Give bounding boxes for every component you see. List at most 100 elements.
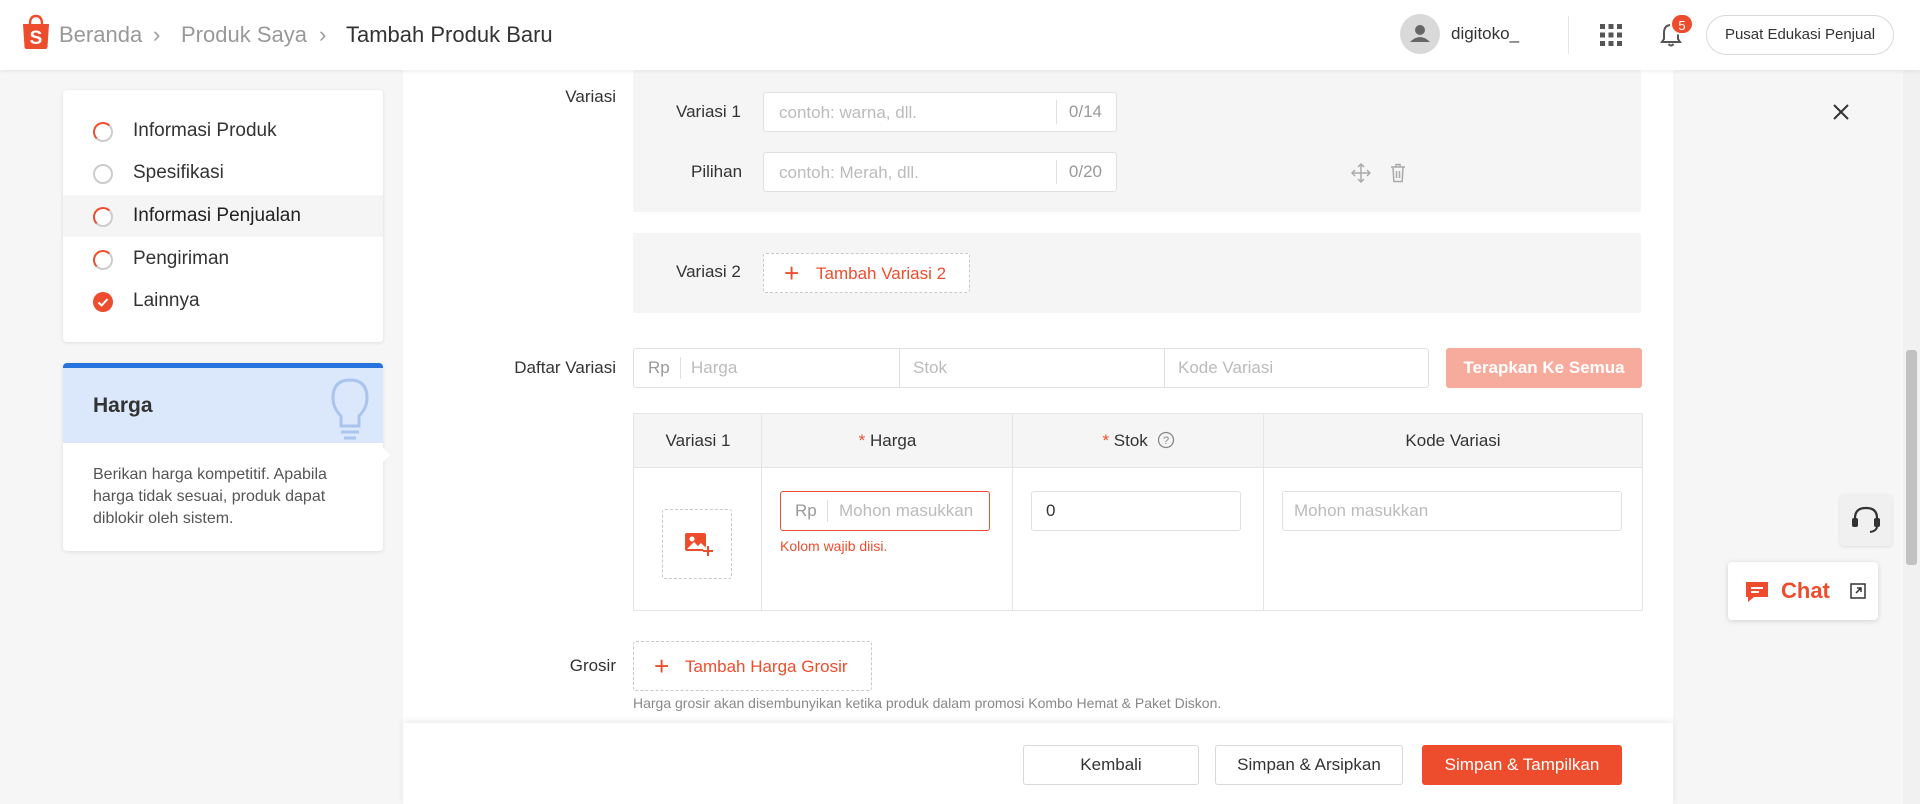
seller-education-button[interactable]: Pusat Edukasi Penjual [1706,15,1894,55]
variation-1-label: Variasi 1 [676,102,741,121]
char-counter: 0/20 [1055,160,1116,184]
apps-grid-icon[interactable] [1600,24,1622,46]
tip-text: Berikan harga kompetitif. Apabila harga … [93,466,327,527]
bulk-price-input[interactable]: Rp Harga [634,349,900,387]
stock-input[interactable]: 0 [1031,491,1241,531]
step-progress-icon [93,207,113,227]
notification-badge: 5 [1670,13,1694,35]
svg-text:?: ? [1162,435,1168,447]
variation-2-panel: Variasi 2 + Tambah Variasi 2 [633,233,1641,313]
add-wholesale-price-button[interactable]: + Tambah Harga Grosir [633,641,872,691]
add-image-button[interactable] [662,509,732,579]
currency-prefix: Rp [648,358,670,377]
tip-card: Harga Berikan harga kompetitif. Apabila … [63,363,390,551]
option-label: Pilihan [691,162,743,181]
variation-1-name-input[interactable]: contoh: warna, dll. 0/14 [763,92,1117,132]
option-input[interactable]: contoh: Merah, dll. 0/20 [763,152,1117,192]
step-progress-icon [93,164,113,184]
bulk-apply-inputs: Rp Harga Stok Kode Variasi [633,348,1429,388]
trash-icon[interactable] [1390,163,1406,183]
scrollbar-thumb[interactable] [1906,350,1917,565]
table-column: Variasi 1 [634,414,762,610]
tip-title: Harga [93,394,153,417]
step-product-info[interactable]: Informasi Produk [63,110,383,152]
button-label: Tambah Variasi 2 [816,264,947,283]
add-image-icon [685,533,713,556]
step-others[interactable]: Lainnya [63,280,383,322]
wholesale-label: Grosir [569,656,616,675]
step-label: Informasi Penjualan [133,205,301,226]
breadcrumb-my-products[interactable]: Produk Saya [181,22,307,48]
move-icon[interactable] [1351,163,1371,183]
input-placeholder: contoh: warna, dll. [779,103,917,122]
avatar[interactable] [1400,14,1440,54]
input-placeholder: contoh: Merah, dll. [779,163,919,182]
breadcrumb-current: Tambah Produk Baru [346,22,553,47]
page-scrollbar[interactable] [1903,70,1920,804]
variation-table: Variasi 1 * Harga * Stok ? Kode Variasi … [633,413,1643,611]
chat-widget[interactable]: Chat [1728,562,1878,620]
input-placeholder: Mohon masukkan [839,501,974,520]
variation-2-label: Variasi 2 [676,262,741,281]
sales-info-form: Variasi Variasi 1 contoh: warna, dll. 0/… [403,70,1849,804]
step-sales-info[interactable]: Informasi Penjualan [63,195,383,237]
required-marker: * [1102,431,1114,450]
variation-1-panel: Variasi 1 contoh: warna, dll. 0/14 Pilih… [633,70,1849,212]
top-bar: S Beranda › Produk Saya › Tambah Produk … [0,0,1920,70]
variation-code-input[interactable]: Mohon masukkan [1282,491,1622,531]
required-marker: * [858,431,871,450]
breadcrumb-home[interactable]: Beranda [59,22,142,48]
user-icon [1410,25,1430,42]
shopee-logo-icon[interactable]: S [20,14,52,50]
step-shipping[interactable]: Pengiriman [63,238,383,280]
column-header-label: Harga [870,431,917,450]
customer-support-button[interactable] [1840,494,1892,546]
variation-list-label: Daftar Variasi [514,358,616,377]
column-header: * Harga [762,414,1013,468]
svg-text:S: S [30,28,43,49]
plus-icon: + [654,651,670,681]
help-icon[interactable]: ? [1157,431,1175,449]
tip-header: Harga [63,363,383,443]
column-header: * Stok ? [1013,414,1264,468]
breadcrumb-separator-icon: › [153,22,161,47]
add-variation-2-button[interactable]: + Tambah Variasi 2 [763,253,970,293]
input-placeholder: Kode Variasi [1178,358,1274,377]
back-button[interactable]: Kembali [1023,745,1199,785]
column-header: Kode Variasi [1405,431,1501,450]
step-progress-icon [93,122,113,142]
input-value: 0 [1046,501,1056,520]
input-placeholder: Stok [913,358,948,377]
variation-section-label: Variasi [565,87,616,106]
char-counter: 0/14 [1055,100,1116,124]
currency-prefix: Rp [795,501,817,520]
expand-icon[interactable] [1849,582,1867,600]
check-circle-icon [93,292,113,312]
form-steps-nav: Informasi Produk Spesifikasi Informasi P… [63,90,383,342]
divider [827,500,828,522]
column-header-label: Stok [1113,431,1148,450]
wholesale-note: Harga grosir akan disembunyikan ketika p… [633,695,1222,711]
step-label: Spesifikasi [133,162,224,183]
bulk-stock-input[interactable]: Stok [899,349,1165,387]
save-archive-button[interactable]: Simpan & Arsipkan [1215,745,1403,785]
step-label: Lainnya [133,290,200,311]
headset-icon [1852,506,1880,533]
input-placeholder: Harga [691,358,738,377]
bulk-code-input[interactable]: Kode Variasi [1164,349,1428,387]
breadcrumb-separator-icon: › [319,22,327,47]
username[interactable]: digitoko_ [1451,24,1519,44]
column-header: Variasi 1 [665,431,731,450]
form-footer: Kembali Simpan & Arsipkan Simpan & Tampi… [403,723,1673,804]
price-input[interactable]: Rp Mohon masukkan [780,491,990,531]
lightbulb-icon [331,378,369,440]
save-publish-button[interactable]: Simpan & Tampilkan [1422,745,1622,785]
step-progress-icon [93,250,113,270]
input-placeholder: Mohon masukkan [1294,501,1429,520]
chat-label: Chat [1781,578,1830,603]
plus-icon: + [784,258,800,288]
step-specification[interactable]: Spesifikasi [63,152,383,194]
price-error-message: Kolom wajib diisi. [780,538,888,554]
apply-all-button[interactable]: Terapkan Ke Semua [1446,348,1642,388]
close-icon[interactable] [1831,102,1851,122]
